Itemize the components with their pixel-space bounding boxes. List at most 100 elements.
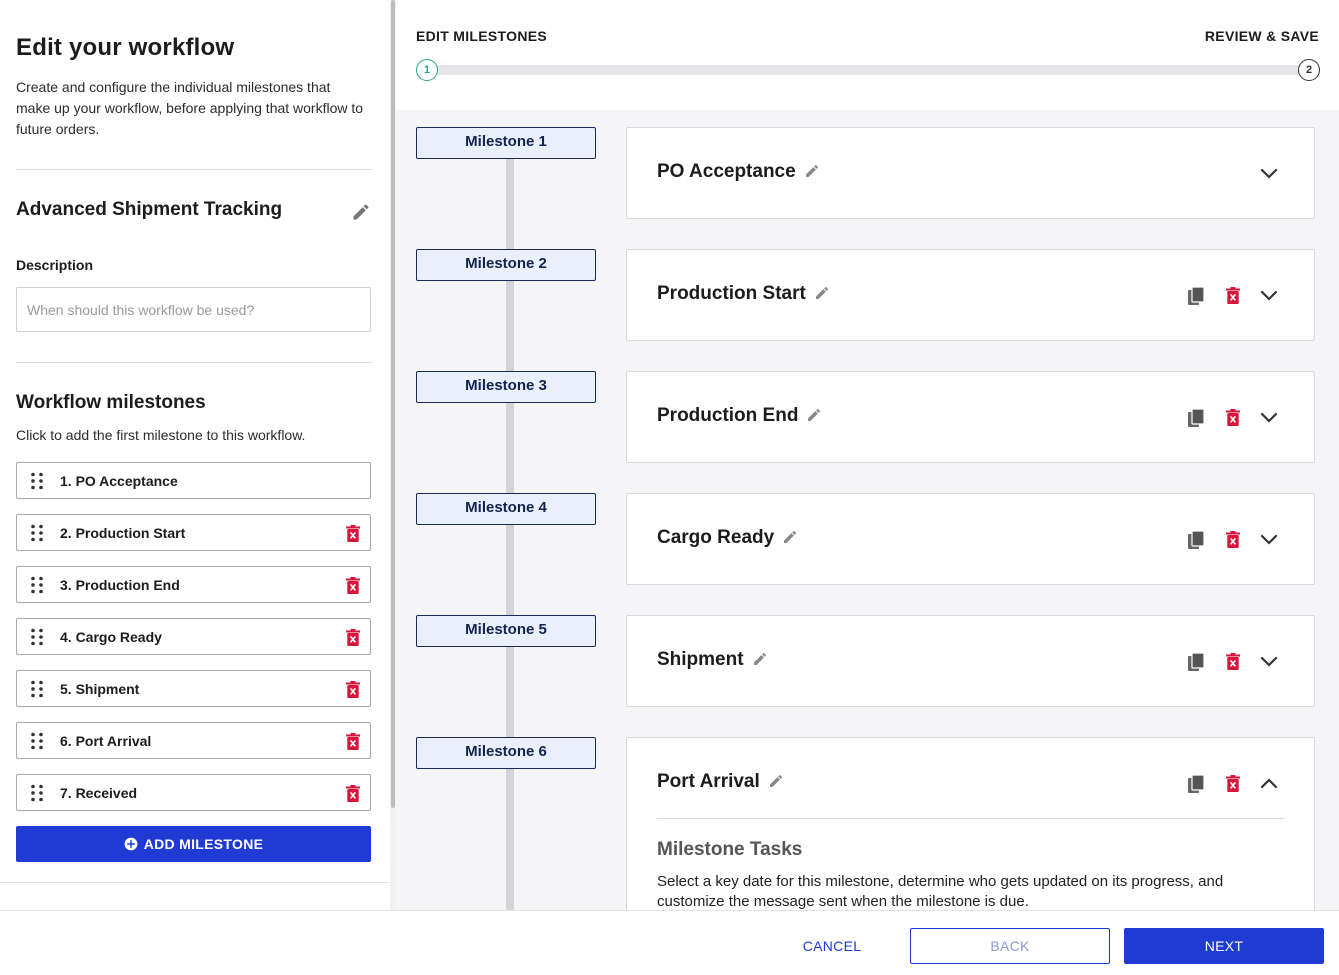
divider xyxy=(0,882,390,883)
chevron-down-icon[interactable] xyxy=(1260,166,1278,180)
milestone-card[interactable]: Cargo Ready xyxy=(626,493,1315,585)
description-label: Description xyxy=(16,257,94,273)
milestone-tag: Milestone 2 xyxy=(416,249,596,281)
milestone-card[interactable]: PO Acceptance xyxy=(626,127,1315,219)
milestone-card[interactable]: Production End xyxy=(626,371,1315,463)
divider xyxy=(657,818,1285,819)
trash-icon[interactable] xyxy=(346,629,360,646)
milestone-list-item[interactable]: 4. Cargo Ready xyxy=(16,618,371,655)
back-button[interactable]: BACK xyxy=(910,928,1110,964)
drag-handle-icon[interactable] xyxy=(30,784,44,802)
divider xyxy=(16,169,372,170)
pencil-icon[interactable] xyxy=(814,285,830,301)
pencil-icon[interactable] xyxy=(351,202,371,222)
milestone-card[interactable]: Production Start xyxy=(626,249,1315,341)
milestone-list-label: 5. Shipment xyxy=(60,681,140,697)
drag-handle-icon[interactable] xyxy=(30,524,44,542)
cancel-button[interactable]: CANCEL xyxy=(772,928,892,964)
chevron-down-icon[interactable] xyxy=(1260,288,1278,302)
footer: CANCEL BACK NEXT xyxy=(0,910,1339,975)
pencil-icon[interactable] xyxy=(806,407,822,423)
trash-icon[interactable] xyxy=(346,577,360,594)
milestone-card-title: Production End xyxy=(657,405,822,427)
milestone-card-title: Port Arrival xyxy=(657,771,784,793)
pencil-icon[interactable] xyxy=(752,651,768,667)
step-circle-1[interactable]: 1 xyxy=(416,59,438,81)
add-milestone-button[interactable]: ADD MILESTONE xyxy=(16,826,371,862)
milestone-tag: Milestone 1 xyxy=(416,127,596,159)
trash-icon[interactable] xyxy=(346,785,360,802)
pencil-icon[interactable] xyxy=(768,773,784,789)
trash-icon[interactable] xyxy=(1226,409,1240,426)
divider xyxy=(16,362,372,363)
stepper: EDIT MILESTONES REVIEW & SAVE 1 2 xyxy=(396,0,1339,110)
add-milestone-label: ADD MILESTONE xyxy=(143,836,264,852)
milestone-list-item[interactable]: 2. Production Start xyxy=(16,514,371,551)
milestone-card[interactable]: Shipment xyxy=(626,615,1315,707)
drag-handle-icon[interactable] xyxy=(30,628,44,646)
step-review-save[interactable]: REVIEW & SAVE xyxy=(1205,28,1319,44)
chevron-down-icon[interactable] xyxy=(1260,532,1278,546)
chevron-down-icon[interactable] xyxy=(1260,654,1278,668)
chevron-up-icon[interactable] xyxy=(1260,776,1278,790)
step-circle-2[interactable]: 2 xyxy=(1298,59,1320,81)
milestone-tasks-title: Milestone Tasks xyxy=(657,839,803,860)
scrollbar-thumb[interactable] xyxy=(391,0,395,808)
workflow-milestones-title: Workflow milestones xyxy=(16,392,206,413)
page-intro: Create and configure the individual mile… xyxy=(16,79,364,137)
milestone-list-label: 4. Cargo Ready xyxy=(60,629,162,645)
drag-handle-icon[interactable] xyxy=(30,472,44,490)
chevron-down-icon[interactable] xyxy=(1260,410,1278,424)
trash-icon[interactable] xyxy=(346,681,360,698)
milestone-list-label: 3. Production End xyxy=(60,577,180,593)
pencil-icon[interactable] xyxy=(804,163,820,179)
trash-icon[interactable] xyxy=(1226,287,1240,304)
plus-circle-icon xyxy=(124,837,138,851)
milestone-tasks-description: Select a key date for this milestone, de… xyxy=(657,873,1224,910)
drag-handle-icon[interactable] xyxy=(30,576,44,594)
milestone-title-text: Production Start xyxy=(657,283,806,304)
milestone-list-label: 2. Production Start xyxy=(60,525,186,541)
milestone-tag: Milestone 5 xyxy=(416,615,596,647)
right-panel: EDIT MILESTONES REVIEW & SAVE 1 2 Milest… xyxy=(396,0,1339,910)
milestone-list-item[interactable]: 1. PO Acceptance xyxy=(16,462,371,499)
page-title: Edit your workflow xyxy=(16,34,235,61)
trash-icon[interactable] xyxy=(346,525,360,542)
copy-icon[interactable] xyxy=(1188,408,1205,427)
drag-handle-icon[interactable] xyxy=(30,680,44,698)
milestone-card-title: Production Start xyxy=(657,283,830,305)
milestone-list-item[interactable]: 3. Production End xyxy=(16,566,371,603)
pencil-icon[interactable] xyxy=(782,529,798,545)
copy-icon[interactable] xyxy=(1188,286,1205,305)
milestone-title-text: Production End xyxy=(657,405,799,426)
milestone-tag: Milestone 4 xyxy=(416,493,596,525)
workflow-milestones-subtitle: Click to add the first milestone to this… xyxy=(16,427,306,443)
milestone-card-title: Cargo Ready xyxy=(657,527,798,549)
workflow-name: Advanced Shipment Tracking xyxy=(16,199,283,220)
milestone-title-text: Port Arrival xyxy=(657,771,760,792)
copy-icon[interactable] xyxy=(1188,774,1205,793)
milestone-card[interactable]: Port Arrival Milestone Tasks Select a key … xyxy=(626,737,1315,910)
milestone-list-label: 6. Port Arrival xyxy=(60,733,152,749)
milestone-card-title: PO Acceptance xyxy=(657,161,820,183)
milestone-list-item[interactable]: 5. Shipment xyxy=(16,670,371,707)
next-button[interactable]: NEXT xyxy=(1124,928,1324,964)
description-input[interactable] xyxy=(16,287,371,332)
copy-icon[interactable] xyxy=(1188,652,1205,671)
milestone-title-text: PO Acceptance xyxy=(657,161,796,182)
milestone-tag: Milestone 6 xyxy=(416,737,596,769)
milestone-list-item[interactable]: 7. Received xyxy=(16,774,371,811)
milestone-title-text: Shipment xyxy=(657,649,744,670)
step-edit-milestones[interactable]: EDIT MILESTONES xyxy=(416,28,547,44)
copy-icon[interactable] xyxy=(1188,530,1205,549)
trash-icon[interactable] xyxy=(1226,775,1240,792)
trash-icon[interactable] xyxy=(1226,531,1240,548)
milestone-tag: Milestone 3 xyxy=(416,371,596,403)
trash-icon[interactable] xyxy=(346,733,360,750)
milestone-list-item[interactable]: 6. Port Arrival xyxy=(16,722,371,759)
trash-icon[interactable] xyxy=(1226,653,1240,670)
left-panel: Edit your workflow Create and configure … xyxy=(0,0,390,910)
drag-handle-icon[interactable] xyxy=(30,732,44,750)
milestone-list-label: 1. PO Acceptance xyxy=(60,473,178,489)
stepper-track xyxy=(426,65,1309,75)
